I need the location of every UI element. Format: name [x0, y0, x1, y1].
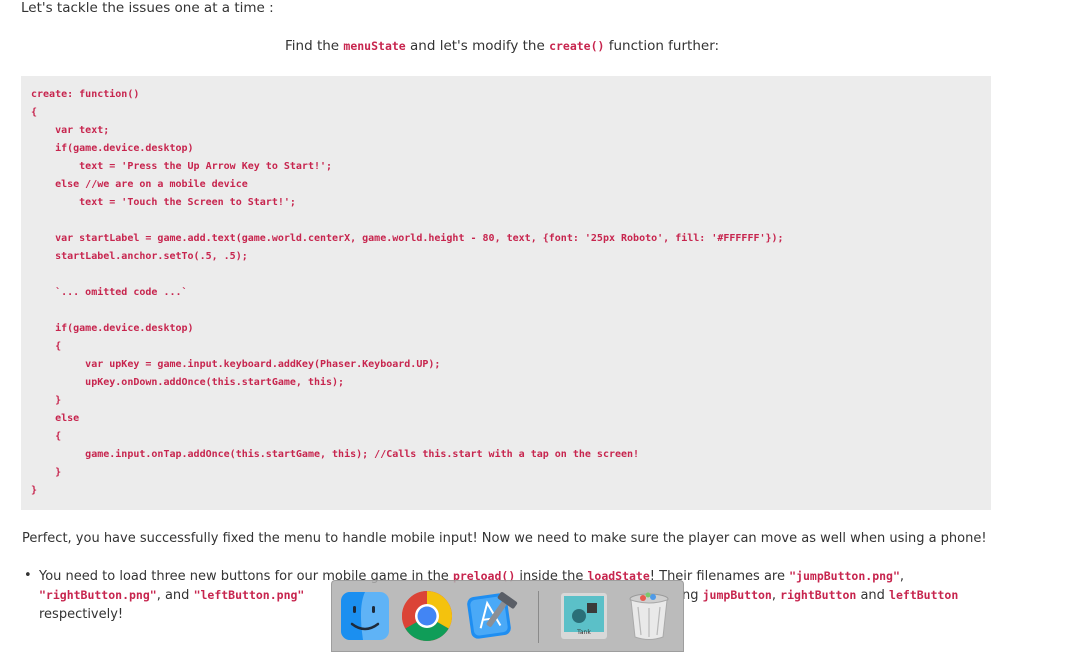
code-line: var upKey = game.input.keyboard.addKey(P…	[31, 359, 441, 370]
find-instruction: Find the menuState and let's modify the …	[285, 38, 719, 54]
right-png-code: "rightButton.png"	[39, 588, 157, 602]
preview-icon[interactable]: Tank	[557, 589, 611, 643]
preview-label: Tank	[577, 629, 591, 636]
code-line: startLabel.anchor.setTo(.5, .5);	[31, 251, 248, 262]
bullet-text: You need to load three new buttons for o…	[39, 569, 323, 584]
code-line: upKey.onDown.addOnce(this.startGame, thi…	[31, 377, 345, 388]
bullet-line-3: respectively!	[39, 607, 124, 622]
code-line: if(game.device.desktop)	[31, 143, 194, 154]
code-line: text = 'Touch the Screen to Start!';	[31, 197, 296, 208]
bullet-dot: •	[24, 568, 32, 583]
jump-button-code: jumpButton	[702, 588, 772, 602]
trash-icon[interactable]	[622, 589, 676, 643]
code-line: }	[31, 485, 38, 496]
right-button-code: rightButton	[780, 588, 857, 602]
chrome-icon[interactable]	[400, 589, 454, 643]
code-line: }	[31, 467, 62, 478]
bullet-text: ,	[899, 569, 905, 584]
code-block: create: function() { var text; if(game.d…	[21, 76, 991, 510]
code-line: text = 'Press the Up Arrow Key to Start!…	[31, 161, 333, 172]
bullet-text: and	[856, 588, 890, 603]
bullet-text: ,	[771, 588, 781, 603]
code-line: else //we are on a mobile device	[31, 179, 248, 190]
code-line: game.input.onTap.addOnce(this.startGame,…	[31, 449, 640, 460]
bullet-text: , and	[156, 588, 194, 603]
code-line: }	[31, 395, 62, 406]
dock-separator	[538, 591, 539, 643]
xcode-icon[interactable]	[465, 589, 519, 643]
intro-text: Let's tackle the issues one at a time :	[21, 0, 274, 16]
find-middle: and let's modify the	[405, 38, 550, 54]
bullet-text: ng	[682, 588, 703, 603]
bullet-line-2: "rightButton.png", and "leftButton.png"	[39, 588, 304, 603]
code-line: {	[31, 431, 62, 442]
dock: Tank	[331, 580, 684, 652]
code-line: {	[31, 341, 62, 352]
code-line: var startLabel = game.add.text(game.worl…	[31, 233, 784, 244]
jump-png-code: "jumpButton.png"	[789, 569, 900, 583]
find-prefix: Find the	[285, 38, 344, 54]
finder-icon[interactable]	[338, 589, 392, 643]
code-line: else	[31, 413, 80, 424]
bullet-line-2-tail: ng jumpButton, rightButton and leftButto…	[682, 588, 958, 603]
code-line: create: function()	[31, 89, 140, 100]
code-line: if(game.device.desktop)	[31, 323, 194, 334]
menu-state-code: menuState	[343, 39, 406, 53]
left-button-code: leftButton	[889, 588, 959, 602]
code-line: var text;	[31, 125, 110, 136]
perfect-paragraph: Perfect, you have successfully fixed the…	[22, 531, 987, 546]
create-function-code: create()	[549, 39, 605, 53]
code-line: `... omitted code ...`	[31, 287, 188, 298]
code-line: {	[31, 107, 38, 118]
left-png-code: "leftButton.png"	[193, 588, 305, 602]
find-suffix: function further:	[604, 38, 720, 54]
